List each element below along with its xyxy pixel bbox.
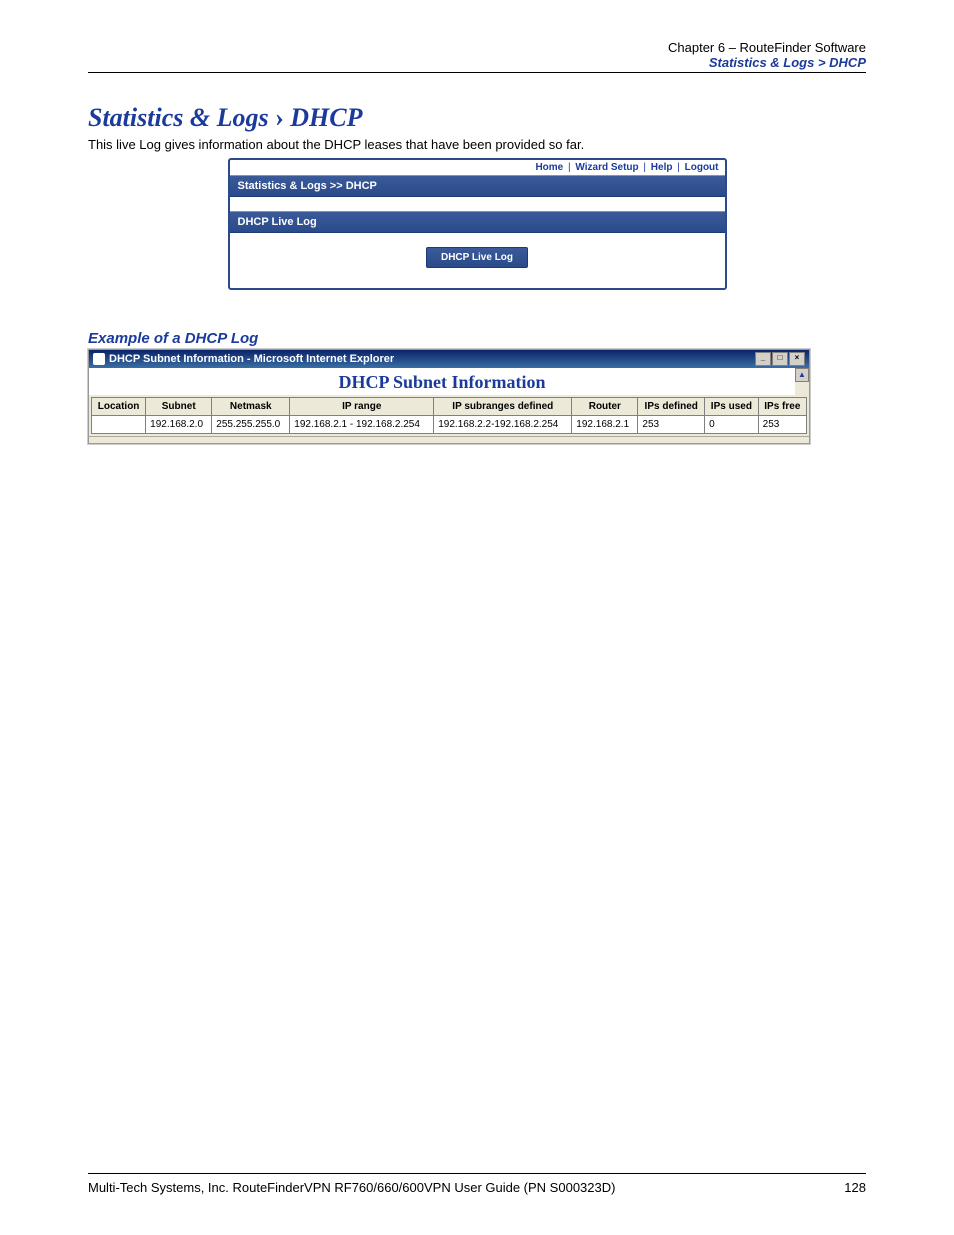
nav-wizard[interactable]: Wizard Setup bbox=[575, 162, 638, 173]
col-ips-defined: IPs defined bbox=[638, 398, 705, 416]
chapter-label: Chapter 6 – RouteFinder Software bbox=[88, 40, 866, 55]
page-title: Statistics & Logs › DHCP bbox=[88, 103, 866, 133]
subnet-table: Location Subnet Netmask IP range IP subr… bbox=[91, 397, 807, 434]
app-breadcrumb: Statistics & Logs >> DHCP bbox=[230, 175, 725, 197]
nav-logout[interactable]: Logout bbox=[685, 162, 719, 173]
intro-text: This live Log gives information about th… bbox=[88, 137, 866, 152]
col-netmask: Netmask bbox=[212, 398, 290, 416]
header-breadcrumb: Statistics & Logs > DHCP bbox=[88, 55, 866, 70]
col-iprange: IP range bbox=[290, 398, 434, 416]
app-content: DHCP Live Log bbox=[230, 233, 725, 288]
nav-home[interactable]: Home bbox=[535, 162, 563, 173]
col-ips-free: IPs free bbox=[758, 398, 806, 416]
cell-subnet: 192.168.2.0 bbox=[146, 416, 212, 434]
cell-ips-used: 0 bbox=[705, 416, 759, 434]
table-header-row: Location Subnet Netmask IP range IP subr… bbox=[92, 398, 807, 416]
page-footer: Multi-Tech Systems, Inc. RouteFinderVPN … bbox=[88, 1171, 866, 1195]
cell-location bbox=[92, 416, 146, 434]
title-separator: › bbox=[275, 103, 284, 132]
title-main: Statistics & Logs bbox=[88, 103, 269, 132]
col-ips-used: IPs used bbox=[705, 398, 759, 416]
footer-text: Multi-Tech Systems, Inc. RouteFinderVPN … bbox=[88, 1180, 615, 1195]
col-subnet: Subnet bbox=[146, 398, 212, 416]
cell-router: 192.168.2.1 bbox=[572, 416, 638, 434]
cell-subranges: 192.168.2.2-192.168.2.254 bbox=[434, 416, 572, 434]
dhcp-live-log-button[interactable]: DHCP Live Log bbox=[426, 247, 528, 268]
app-section-header: DHCP Live Log bbox=[230, 211, 725, 233]
maximize-button[interactable]: □ bbox=[772, 352, 788, 366]
col-subranges: IP subranges defined bbox=[434, 398, 572, 416]
page-number: 128 bbox=[844, 1180, 866, 1195]
cell-ips-free: 253 bbox=[758, 416, 806, 434]
minimize-button[interactable]: _ bbox=[755, 352, 771, 366]
footer-rule bbox=[88, 1173, 866, 1174]
table-row: 192.168.2.0 255.255.255.0 192.168.2.1 - … bbox=[92, 416, 807, 434]
cell-ips-defined: 253 bbox=[638, 416, 705, 434]
nav-help[interactable]: Help bbox=[651, 162, 673, 173]
col-router: Router bbox=[572, 398, 638, 416]
ie-icon bbox=[93, 353, 105, 365]
col-location: Location bbox=[92, 398, 146, 416]
cell-netmask: 255.255.255.0 bbox=[212, 416, 290, 434]
browser-body: DHCP Subnet Information ▲ Location Subne… bbox=[89, 368, 809, 443]
window-title: DHCP Subnet Information - Microsoft Inte… bbox=[109, 353, 394, 365]
title-sub: DHCP bbox=[290, 103, 362, 132]
cell-iprange: 192.168.2.1 - 192.168.2.254 bbox=[290, 416, 434, 434]
browser-window: DHCP Subnet Information - Microsoft Inte… bbox=[88, 349, 810, 444]
browser-statusbar bbox=[89, 436, 809, 443]
scroll-up-button[interactable]: ▲ bbox=[795, 368, 809, 382]
page-header: Chapter 6 – RouteFinder Software Statist… bbox=[88, 40, 866, 70]
subnet-info-heading: DHCP Subnet Information ▲ bbox=[89, 368, 809, 395]
header-rule bbox=[88, 72, 866, 73]
browser-titlebar: DHCP Subnet Information - Microsoft Inte… bbox=[89, 350, 809, 368]
app-panel: Home | Wizard Setup | Help | Logout Stat… bbox=[228, 158, 727, 290]
example-heading: Example of a DHCP Log bbox=[88, 330, 866, 347]
close-button[interactable]: × bbox=[789, 352, 805, 366]
app-topbar: Home | Wizard Setup | Help | Logout bbox=[230, 160, 725, 175]
window-controls: _ □ × bbox=[755, 352, 805, 366]
